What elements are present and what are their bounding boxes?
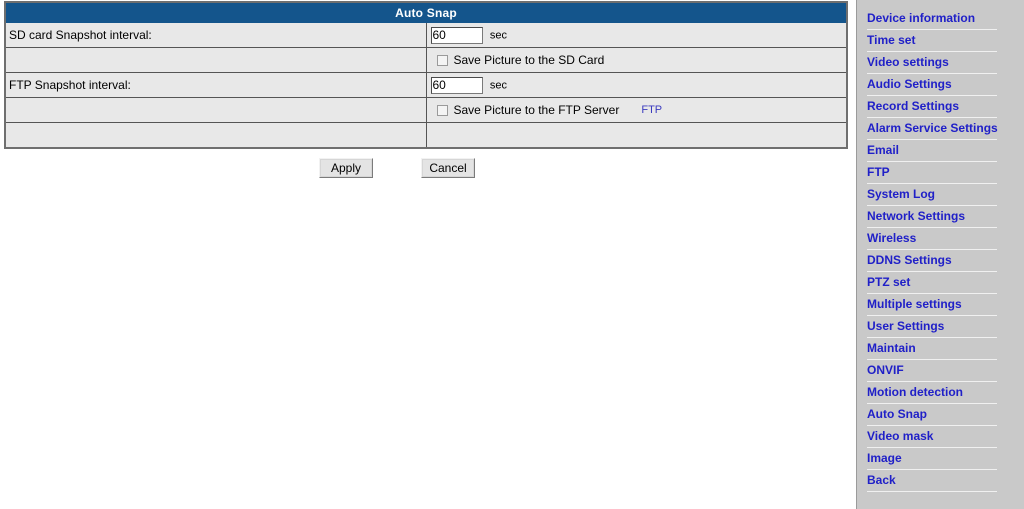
table-row: SD card Snapshot interval: sec (4, 22, 848, 48)
menu-separator (867, 249, 997, 250)
menu-separator (867, 183, 997, 184)
menu-separator (867, 29, 997, 30)
sidebar-item-motion-detection[interactable]: Motion detection (867, 386, 997, 400)
sidebar-item-multiple-settings[interactable]: Multiple settings (867, 298, 997, 312)
menu-separator (867, 139, 997, 140)
sidebar-item-video-settings[interactable]: Video settings (867, 56, 997, 70)
ftp-settings-link[interactable]: FTP (641, 104, 662, 116)
apply-button[interactable]: Apply (319, 158, 373, 178)
save-to-ftp-server-row[interactable]: Save Picture to the FTP Server FTP (430, 103, 847, 117)
ftp-interval-field-cell: sec (425, 72, 848, 98)
sidebar-item-onvif[interactable]: ONVIF (867, 364, 997, 378)
menu-separator (867, 403, 997, 404)
menu-separator (867, 205, 997, 206)
table-title-row: Auto Snap (4, 1, 848, 23)
sd-interval-input[interactable] (430, 26, 483, 44)
ftp-save-empty-label (4, 97, 427, 123)
sd-save-field-cell: Save Picture to the SD Card (425, 47, 848, 73)
page-title: Auto Snap (395, 5, 457, 20)
menu-separator (867, 359, 997, 360)
sidebar-menu: Device information Time set Video settin… (867, 12, 998, 496)
table-row: FTP Snapshot interval: sec (4, 72, 848, 98)
menu-separator (867, 425, 997, 426)
save-to-sd-card-row[interactable]: Save Picture to the SD Card (430, 53, 847, 67)
cancel-button[interactable]: Cancel (421, 158, 475, 178)
sidebar-item-wireless[interactable]: Wireless (867, 232, 997, 246)
sidebar: Device information Time set Video settin… (856, 0, 1024, 509)
menu-separator (867, 227, 997, 228)
sidebar-item-video-mask[interactable]: Video mask (867, 430, 997, 444)
menu-separator (867, 293, 997, 294)
menu-separator (867, 271, 997, 272)
menu-separator (867, 469, 997, 470)
sidebar-item-back[interactable]: Back (867, 474, 997, 488)
auto-snap-page: Auto Snap SD card Snapshot interval: sec (0, 0, 1024, 509)
sd-interval-field-cell: sec (425, 22, 848, 48)
empty-row-field (425, 122, 848, 149)
sd-interval-unit: sec (489, 29, 507, 41)
menu-separator (867, 315, 997, 316)
ftp-interval-unit: sec (489, 79, 507, 91)
ftp-save-field-cell: Save Picture to the FTP Server FTP (425, 97, 848, 123)
table-row (4, 122, 848, 149)
form-actions: Apply Cancel (4, 158, 848, 182)
sidebar-item-alarm-service-settings[interactable]: Alarm Service Settings (867, 122, 998, 136)
sidebar-item-ddns-settings[interactable]: DDNS Settings (867, 254, 997, 268)
panel-title-cell: Auto Snap (4, 1, 848, 23)
ftp-interval-label: FTP Snapshot interval: (4, 72, 427, 98)
sidebar-item-email[interactable]: Email (867, 144, 997, 158)
sidebar-item-maintain[interactable]: Maintain (867, 342, 997, 356)
sidebar-item-system-log[interactable]: System Log (867, 188, 997, 202)
sidebar-item-time-set[interactable]: Time set (867, 34, 997, 48)
sidebar-item-device-information[interactable]: Device information (867, 12, 997, 26)
menu-separator (867, 447, 997, 448)
main-content: Auto Snap SD card Snapshot interval: sec (0, 0, 854, 509)
menu-separator (867, 337, 997, 338)
sidebar-item-record-settings[interactable]: Record Settings (867, 100, 997, 114)
sidebar-item-ftp[interactable]: FTP (867, 166, 997, 180)
sidebar-item-network-settings[interactable]: Network Settings (867, 210, 997, 224)
save-to-sd-card-checkbox[interactable] (436, 54, 448, 66)
sidebar-item-auto-snap[interactable]: Auto Snap (867, 408, 997, 422)
save-to-sd-card-label: Save Picture to the SD Card (453, 53, 605, 67)
menu-separator (867, 491, 997, 492)
table-row: Save Picture to the FTP Server FTP (4, 97, 848, 123)
empty-row-label (4, 122, 427, 149)
sd-interval-label: SD card Snapshot interval: (4, 22, 427, 48)
auto-snap-settings-table: Auto Snap SD card Snapshot interval: sec (4, 1, 848, 149)
save-to-ftp-server-label: Save Picture to the FTP Server (453, 103, 620, 117)
menu-separator (867, 381, 997, 382)
table-row: Save Picture to the SD Card (4, 47, 848, 73)
sidebar-item-audio-settings[interactable]: Audio Settings (867, 78, 997, 92)
save-to-ftp-server-checkbox[interactable] (436, 104, 448, 116)
menu-separator (867, 161, 997, 162)
menu-separator (867, 73, 997, 74)
menu-separator (867, 117, 997, 118)
sidebar-item-image[interactable]: Image (867, 452, 997, 466)
ftp-interval-input[interactable] (430, 76, 483, 94)
sidebar-item-user-settings[interactable]: User Settings (867, 320, 997, 334)
sd-save-empty-label (4, 47, 427, 73)
menu-separator (867, 51, 997, 52)
menu-separator (867, 95, 997, 96)
sidebar-item-ptz-set[interactable]: PTZ set (867, 276, 997, 290)
